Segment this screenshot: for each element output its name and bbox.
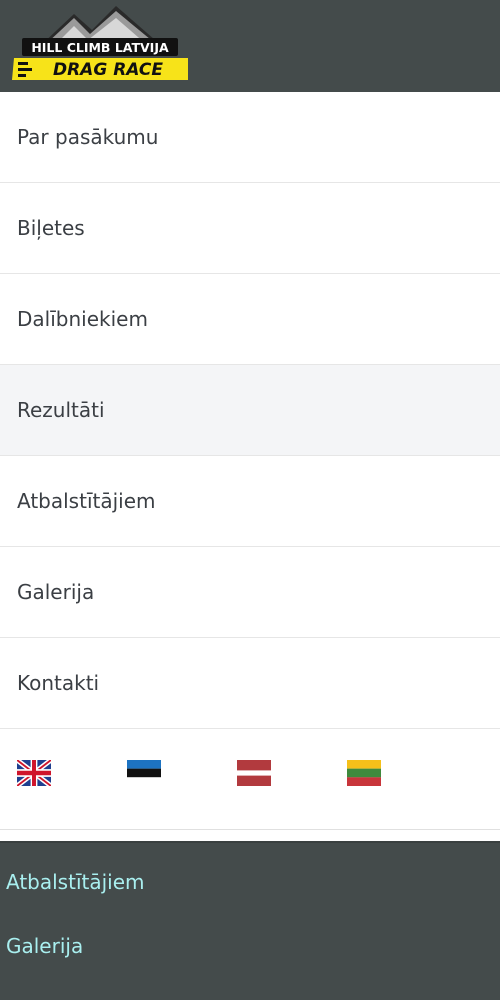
menu-item-kontakti[interactable]: Kontakti (0, 638, 500, 729)
menu-item-par-pasakumu[interactable]: Par pasākumu (0, 92, 500, 183)
estonia-flag-icon[interactable] (127, 760, 161, 786)
menu-item-rezultati[interactable]: Rezultāti (0, 365, 500, 456)
menu-item-label: Galerija (17, 580, 95, 604)
logo-subtitle-text: DRAG RACE (53, 60, 163, 80)
menu-item-label: Atbalstītājiem (17, 489, 156, 513)
site-footer: Atbalstītājiem Galerija (0, 841, 500, 1000)
lithuania-flag-icon[interactable] (347, 760, 381, 786)
menu-item-label: Biļetes (17, 216, 85, 240)
footer-link-atbalstitajiem[interactable]: Atbalstītājiem (6, 870, 145, 894)
menu-item-label: Dalībniekiem (17, 307, 148, 331)
menu-item-atbalstitajiem[interactable]: Atbalstītājiem (0, 456, 500, 547)
hill-climb-latvija-logo[interactable]: HILL CLIMB LATVIJA DRAG RACE (12, 4, 192, 82)
menu-item-biletes[interactable]: Biļetes (0, 183, 500, 274)
main-menu: Par pasākumu Biļetes Dalībniekiem Rezult… (0, 92, 500, 729)
menu-item-galerija[interactable]: Galerija (0, 547, 500, 638)
footer-link-galerija[interactable]: Galerija (6, 934, 83, 958)
menu-item-label: Rezultāti (17, 398, 105, 422)
logo-title-text: HILL CLIMB LATVIJA (31, 40, 169, 55)
uk-flag-icon[interactable] (17, 760, 51, 786)
site-header: HILL CLIMB LATVIJA DRAG RACE (0, 0, 500, 92)
menu-item-dalibniekiem[interactable]: Dalībniekiem (0, 274, 500, 365)
language-switcher (0, 729, 500, 830)
latvia-flag-icon[interactable] (237, 760, 271, 786)
menu-item-label: Par pasākumu (17, 125, 159, 149)
menu-item-label: Kontakti (17, 671, 100, 695)
